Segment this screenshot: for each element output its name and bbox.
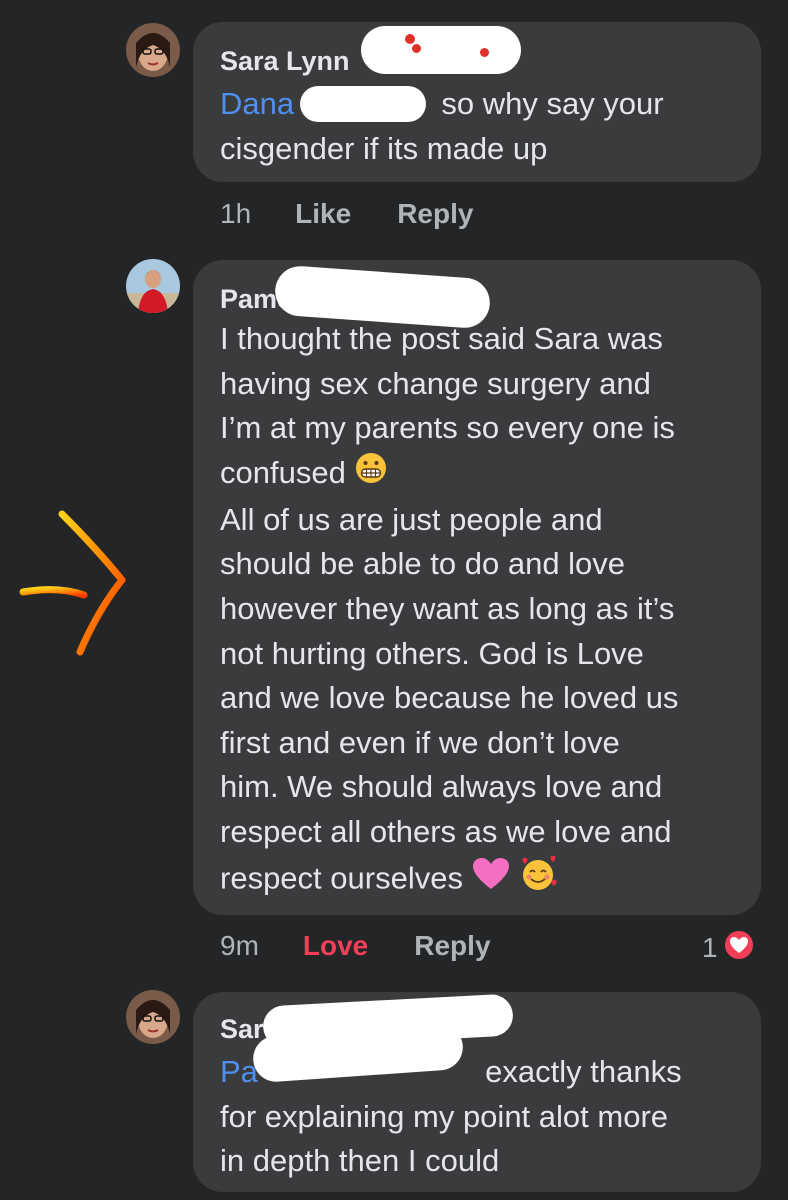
comment-bubble: Sara Lynn Dana so why say your cisgender… [193,22,761,182]
comment-text-line: so why say your [441,86,664,121]
pink-heart-emoji [472,857,510,904]
redaction-dot [405,34,415,44]
mention-link[interactable]: Pa [220,1054,258,1089]
avatar-photo-icon [126,23,180,77]
grimacing-face-emoji [354,451,388,498]
comment-text-line: first and even if we don’t love [220,724,620,760]
redaction-mark [361,26,521,74]
comment-text-line: confused [220,454,346,490]
comment-bubble: Pame I thought the post said Sara was ha… [193,260,761,915]
redaction-dot [480,48,489,57]
avatar-photo-icon [126,259,180,313]
mention-link[interactable]: Dana [220,86,294,121]
comment-text-line: All of us are just people and [220,501,603,537]
comment-author[interactable]: Sar [220,1014,264,1045]
comment-text-line: and we love because he loved us [220,680,679,716]
avatar-pame[interactable] [126,259,180,313]
comment-text-line: him. We should always love and [220,769,663,805]
hand-drawn-arrow [18,500,138,675]
comment-text-line: I thought the post said Sara was [220,321,663,356]
avatar-sara[interactable] [126,23,180,77]
avatar-sara[interactable] [126,990,180,1044]
reaction-summary[interactable]: 1 [702,928,756,967]
comment-text-line: having sex change surgery and [220,365,651,401]
comment-time: 9m [220,930,259,961]
avatar-photo-icon [126,990,180,1044]
comment-text-line: not hurting others. God is Love [220,635,644,671]
comment-actions: 1h Like Reply [220,198,473,230]
comment-text-line: however they want as long as it’s [220,591,675,627]
comment-text-line: respect all others as we love and [220,814,672,850]
reply-button[interactable]: Reply [397,198,473,230]
comment-text-line: exactly thanks [485,1054,682,1089]
reply-button[interactable]: Reply [414,930,490,962]
comment-text-line: in depth then I could [220,1143,500,1179]
comment-actions: 9m Love Reply [220,930,491,962]
comment-text-line: cisgender if its made up [220,130,548,166]
love-reaction-icon [722,928,756,967]
comment-time: 1h [220,198,252,229]
redaction-mark [300,86,426,122]
smiling-face-with-hearts-emoji [518,855,558,906]
comment-bubble: Sar Pa exactly thanks for explaining my … [193,992,761,1192]
comment-text-line: I’m at my parents so every one is [220,410,675,446]
comment-author[interactable]: Sara Lynn [220,46,350,77]
comment-text-line: for explaining my point alot more [220,1098,669,1134]
reaction-count: 1 [702,931,718,963]
comment-text-line: should be able to do and love [220,546,626,582]
love-reaction-button[interactable]: Love [303,930,368,962]
redaction-dot [412,44,421,53]
comment-text-line: respect ourselves [220,860,463,896]
like-button[interactable]: Like [295,198,351,230]
